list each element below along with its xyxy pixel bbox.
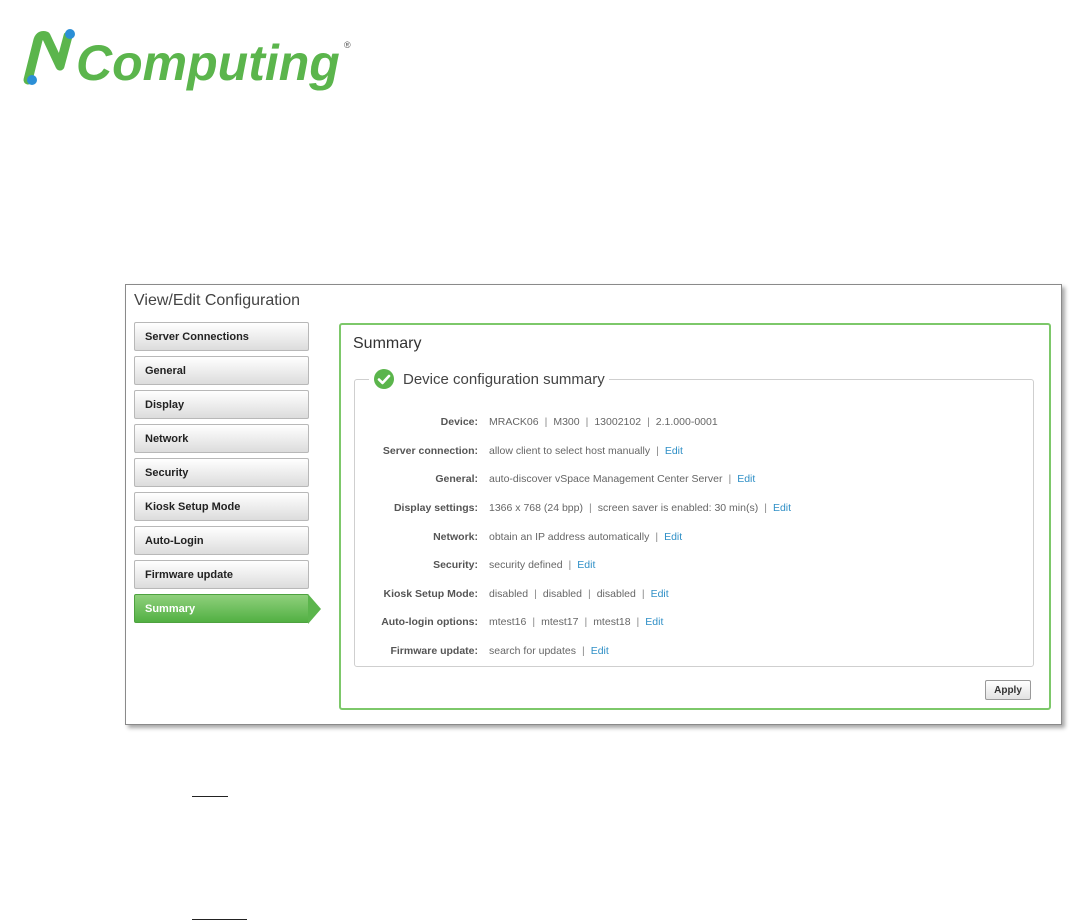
summary-row: Network: obtain an IP address automatical… [355, 522, 1033, 551]
separator: | [587, 587, 591, 600]
edit-link[interactable]: Edit [773, 502, 791, 514]
separator: | [764, 502, 767, 515]
summary-rows: Device: MRACK06 | M300 | 13002102 | 2.1.000-000… [355, 408, 1033, 665]
row-value: security defined | Edit [489, 559, 595, 571]
summary-row: Kiosk Setup Mode: disabled | disabled | disab… [355, 580, 1033, 609]
apply-button[interactable]: Apply [985, 680, 1031, 700]
summary-row: Firmware update: search for updates | Edit [355, 637, 1033, 666]
row-value-item: disabled [489, 587, 529, 600]
separator: | [581, 645, 585, 658]
sidebar-item-security[interactable]: Security [134, 458, 309, 487]
sidebar-item-summary[interactable]: Summary [134, 594, 321, 624]
check-circle-icon [374, 369, 394, 389]
row-value-item: 2.1.000-0001 [655, 416, 718, 429]
separator: | [636, 616, 640, 629]
sidebar-item-general[interactable]: General [134, 356, 309, 385]
row-label: General: [435, 473, 478, 486]
sidebar-nav: Server Connections General Display Network S… [134, 322, 321, 628]
row-label: Network: [433, 530, 478, 543]
row-value-item: 1366 x 768 (24 bpp) [489, 502, 583, 515]
summary-panel: Summary Device configuration summary Dev… [339, 323, 1051, 710]
row-label: Device: [440, 416, 478, 429]
row-label: Firmware update: [390, 645, 478, 658]
summary-row: Security: security defined | Edit [355, 551, 1033, 580]
summary-fieldset: Device configuration summary Device: MRAC… [354, 368, 1034, 667]
separator: | [647, 416, 650, 429]
summary-row: Device: MRACK06 | M300 | 13002102 | 2.1.000-000… [355, 408, 1033, 437]
row-value-item: mtest18 [593, 616, 631, 629]
panel-title: Summary [353, 335, 422, 352]
row-value: mtest16 | mtest17 | mtest18 | Edit [489, 616, 663, 628]
row-label: Display settings: [393, 502, 478, 515]
row-label: Server connection: [382, 444, 478, 457]
logo-graphic: Computing ® [23, 29, 351, 91]
svg-text:®: ® [344, 40, 351, 50]
underline-stub [192, 919, 247, 920]
summary-row: Display settings: 1366 x 768 (24 bpp) | scr… [355, 494, 1033, 523]
row-value: allow client to select host manually | Edi… [489, 445, 683, 457]
separator: | [585, 416, 589, 429]
summary-row: Auto-login options: mtest16 | mtest17 | mtest… [355, 608, 1033, 637]
row-value-item: obtain an IP address automatically [489, 530, 650, 543]
summary-row: Server connection: allow client to select… [355, 437, 1033, 466]
row-value-item: screen saver is enabled: 30 min(s) [597, 502, 759, 515]
row-value: search for updates | Edit [489, 645, 609, 657]
configuration-window: View/Edit Configuration Server Connectio… [125, 284, 1062, 725]
row-value: MRACK06 | M300 | 13002102 | 2.1.000-0001 [489, 416, 718, 428]
row-value-item: MRACK06 [489, 416, 539, 429]
edit-link[interactable]: Edit [651, 588, 669, 600]
row-label: Auto-login options: [381, 616, 478, 629]
row-value-item: disabled [596, 587, 636, 600]
row-value: 1366 x 768 (24 bpp) | screen saver is enab… [489, 502, 791, 514]
row-value: obtain an IP address automatically | Edit [489, 531, 682, 543]
separator: | [641, 587, 645, 600]
edit-link[interactable]: Edit [591, 645, 609, 657]
separator: | [532, 616, 536, 629]
sidebar-item-firmware-update[interactable]: Firmware update [134, 560, 309, 589]
row-label: Security: [433, 559, 478, 572]
svg-text:Computing: Computing [76, 35, 340, 91]
edit-link[interactable]: Edit [737, 473, 755, 485]
row-label: Kiosk Setup Mode: [383, 587, 478, 600]
separator: | [655, 530, 659, 543]
window-title: View/Edit Configuration [134, 292, 301, 309]
sidebar-item-kiosk-setup-mode[interactable]: Kiosk Setup Mode [134, 492, 309, 521]
row-value-item: mtest16 [489, 616, 527, 629]
row-value: disabled | disabled | disabled | Edit [489, 588, 669, 600]
underline-stub [192, 796, 228, 797]
separator: | [568, 559, 572, 572]
row-value-item: allow client to select host manually [489, 444, 651, 457]
row-value: auto-discover vSpace Management Center S… [489, 473, 755, 485]
edit-link[interactable]: Edit [664, 531, 682, 543]
separator: | [656, 444, 659, 457]
row-value-item: security defined [489, 559, 563, 572]
sidebar-item-auto-login[interactable]: Auto-Login [134, 526, 309, 555]
edit-link[interactable]: Edit [645, 616, 663, 628]
separator: | [544, 416, 548, 429]
row-value-item: M300 [553, 416, 580, 429]
row-value-item: search for updates [489, 645, 576, 658]
fieldset-legend: Device configuration summary [369, 368, 609, 390]
row-value-item: 13002102 [594, 416, 642, 429]
sidebar-item-display[interactable]: Display [134, 390, 309, 419]
separator: | [534, 587, 537, 600]
separator: | [728, 473, 732, 486]
row-value-item: mtest17 [541, 616, 579, 629]
summary-row: General: auto-discover vSpace Management … [355, 465, 1033, 494]
ncomputing-logo: Computing ® N [18, 22, 358, 94]
edit-link[interactable]: Edit [665, 445, 683, 457]
edit-link[interactable]: Edit [577, 559, 595, 571]
separator: | [584, 616, 588, 629]
row-value-item: disabled [542, 587, 582, 600]
row-value-item: auto-discover vSpace Management Center S… [489, 473, 723, 486]
sidebar-item-network[interactable]: Network [134, 424, 309, 453]
section-title: Device configuration summary [403, 370, 605, 388]
sidebar-item-server-connections[interactable]: Server Connections [134, 322, 309, 351]
separator: | [589, 502, 592, 515]
